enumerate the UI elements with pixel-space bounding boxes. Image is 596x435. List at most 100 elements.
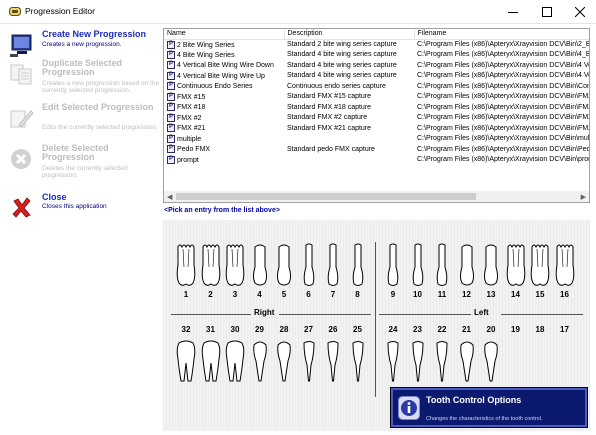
lower-tooth[interactable] [225, 339, 245, 385]
upper-tooth-number: 4 [257, 290, 262, 299]
close-action-label[interactable]: Close [42, 193, 160, 202]
upper-tooth[interactable] [432, 243, 452, 289]
list-item-description [284, 134, 414, 145]
upper-tooth[interactable] [555, 243, 575, 289]
lower-tooth-number: 22 [437, 325, 447, 334]
upper-tooth[interactable] [323, 243, 343, 289]
duplicate-progression-label[interactable]: Duplicate Selected Progression [42, 59, 160, 77]
create-progression-desc: Creates a new progression. [42, 41, 122, 48]
maximize-icon [541, 7, 552, 17]
scroll-right-icon[interactable]: ▶ [581, 193, 586, 201]
upper-tooth[interactable] [274, 243, 294, 289]
list-item[interactable]: Pedo FMX Standard pedo FMX capture C:\Prog… [164, 144, 589, 155]
list-item-description: Standard 4 bite wing series capture [287, 61, 397, 69]
lower-tooth[interactable] [176, 339, 196, 385]
upper-tooth[interactable] [299, 243, 319, 289]
upper-tooth-number: 2 [208, 290, 213, 299]
upper-tooth[interactable] [225, 243, 245, 289]
list-item-filename: C:\Program Files (x86)\Apteryx\Xrayvisio… [417, 61, 590, 69]
list-item-name-text: 2 Bite Wing Series [177, 41, 235, 49]
list-item-description: Standard FMX #18 capture [287, 103, 372, 111]
list-item-name: 4 Vertical Bite Wing Wire Up [164, 71, 284, 82]
upper-tooth[interactable] [383, 243, 403, 289]
lower-tooth[interactable] [250, 339, 270, 385]
list-item[interactable]: FMX #2 Standard FMX #2 capture C:\Program … [164, 113, 589, 124]
column-header-name[interactable]: Name [164, 29, 285, 40]
scrollbar-thumb[interactable] [176, 193, 476, 200]
tooth-chart: Right Left 1 2 3 4 5 6 7 8 9 10 11 12 13 14 15 16 32 31 30… [163, 220, 590, 431]
list-item-description: Continuous endo series capture [287, 82, 386, 90]
lower-tooth-number: 26 [328, 325, 338, 334]
lower-tooth[interactable] [274, 339, 294, 385]
list-item-name: Pedo FMX [164, 144, 284, 155]
progression-file-icon [167, 50, 175, 59]
monitor-create-icon [10, 34, 32, 57]
list-item-name-text: prompt [177, 156, 199, 164]
list-item-description: Standard pedo FMX capture [287, 145, 375, 153]
upper-tooth[interactable] [506, 243, 526, 289]
progression-file-icon [167, 61, 175, 70]
list-item-filename: C:\Program Files (x86)\Apteryx\Xrayvisio… [417, 135, 590, 143]
minimize-button[interactable] [496, 0, 529, 24]
create-progression-label[interactable]: Create New Progression [42, 30, 160, 39]
close-action[interactable]: Close Closes this application [5, 193, 159, 219]
lower-tooth[interactable] [383, 339, 403, 385]
list-item-description: Standard FMX #15 capture [287, 93, 372, 101]
column-header-filename[interactable]: Filename [414, 29, 589, 40]
list-item[interactable]: 4 Vertical Bite Wing Wire Up Standard 4 b… [164, 71, 589, 82]
upper-tooth[interactable] [250, 243, 270, 289]
lower-tooth[interactable] [432, 339, 452, 385]
upper-tooth-number: 3 [232, 290, 238, 299]
edit-progression-action[interactable]: Edit Selected Progression Edits the curr… [5, 103, 159, 143]
horizontal-scrollbar[interactable]: ◀ ▶ [163, 191, 590, 203]
upper-tooth[interactable] [408, 243, 428, 289]
lower-tooth[interactable] [201, 339, 221, 385]
list-item-description [284, 155, 414, 166]
upper-tooth[interactable] [530, 243, 550, 289]
list-item-filename: C:\Program Files (x86)\Apteryx\Xrayvisio… [417, 156, 590, 164]
progression-list[interactable]: Name Description Filename 2 Bite Wing Se… [163, 28, 590, 203]
list-item-name-text: FMX #18 [177, 104, 206, 112]
edit-progression-label[interactable]: Edit Selected Progression [42, 103, 160, 112]
tooth-control-options-button[interactable]: Tooth Control Options Changes the charac… [391, 388, 587, 427]
list-item-name-text: 4 Vertical Bite Wing Wire Down [177, 62, 274, 70]
scroll-left-icon[interactable]: ◀ [167, 193, 172, 201]
upper-tooth[interactable] [201, 243, 221, 289]
list-item-name: 4 Vertical Bite Wing Wire Down [164, 60, 284, 71]
list-item-name: FMX #18 [164, 102, 284, 113]
list-item[interactable]: 2 Bite Wing Series Standard 2 bite wing s… [164, 39, 589, 50]
list-item[interactable]: FMX #21 Standard FMX #21 capture C:\Progra… [164, 123, 590, 134]
progression-file-icon [167, 155, 175, 164]
duplicate-progression-action[interactable]: Duplicate Selected Progression Creates a… [5, 59, 159, 99]
list-item[interactable]: multiple C:\Program Files (x86)\Apteryx\X… [164, 134, 590, 145]
delete-progression-action[interactable]: Delete Selected Progression Deletes the … [5, 144, 159, 189]
maximize-button[interactable] [530, 0, 563, 24]
list-item[interactable]: FMX #15 Standard FMX #15 capture C:\Progra… [164, 92, 589, 103]
list-item[interactable]: FMX #18 Standard FMX #18 capture C:\Progra… [164, 102, 589, 113]
list-item-name-text: Continuous Endo Series [177, 83, 253, 91]
lower-tooth[interactable] [299, 339, 319, 385]
list-item[interactable]: Continuous Endo Series Continuous endo se… [164, 81, 589, 92]
list-item-description: Standard 2 bite wing series capture [287, 41, 397, 48]
lower-tooth[interactable] [348, 339, 368, 385]
list-item[interactable]: prompt C:\Program Files (x86)\Apteryx\Xra… [164, 155, 590, 166]
lower-tooth-number: 17 [560, 325, 569, 334]
right-divider-right [279, 314, 371, 315]
upper-tooth[interactable] [457, 243, 477, 289]
info-icon [398, 396, 420, 420]
upper-tooth[interactable] [176, 243, 196, 289]
close-x-icon [12, 197, 31, 218]
list-item[interactable]: 4 Vertical Bite Wing Wire Down Standard 4… [164, 60, 590, 71]
delete-progression-label[interactable]: Delete Selected Progression [42, 144, 160, 162]
column-header-description[interactable]: Description [284, 29, 415, 40]
lower-tooth[interactable] [323, 339, 343, 385]
upper-tooth[interactable] [481, 243, 501, 289]
lower-tooth[interactable] [457, 339, 477, 385]
list-item[interactable]: 4 Bite Wing Series Standard 4 bite wing s… [164, 50, 589, 61]
close-window-button[interactable] [563, 0, 596, 24]
list-item-filename: C:\Program Files (x86)\Apteryx\Xrayvisio… [417, 124, 590, 132]
upper-tooth[interactable] [348, 243, 368, 289]
lower-tooth[interactable] [481, 339, 501, 385]
lower-tooth[interactable] [408, 339, 428, 385]
progression-file-icon [167, 124, 175, 133]
